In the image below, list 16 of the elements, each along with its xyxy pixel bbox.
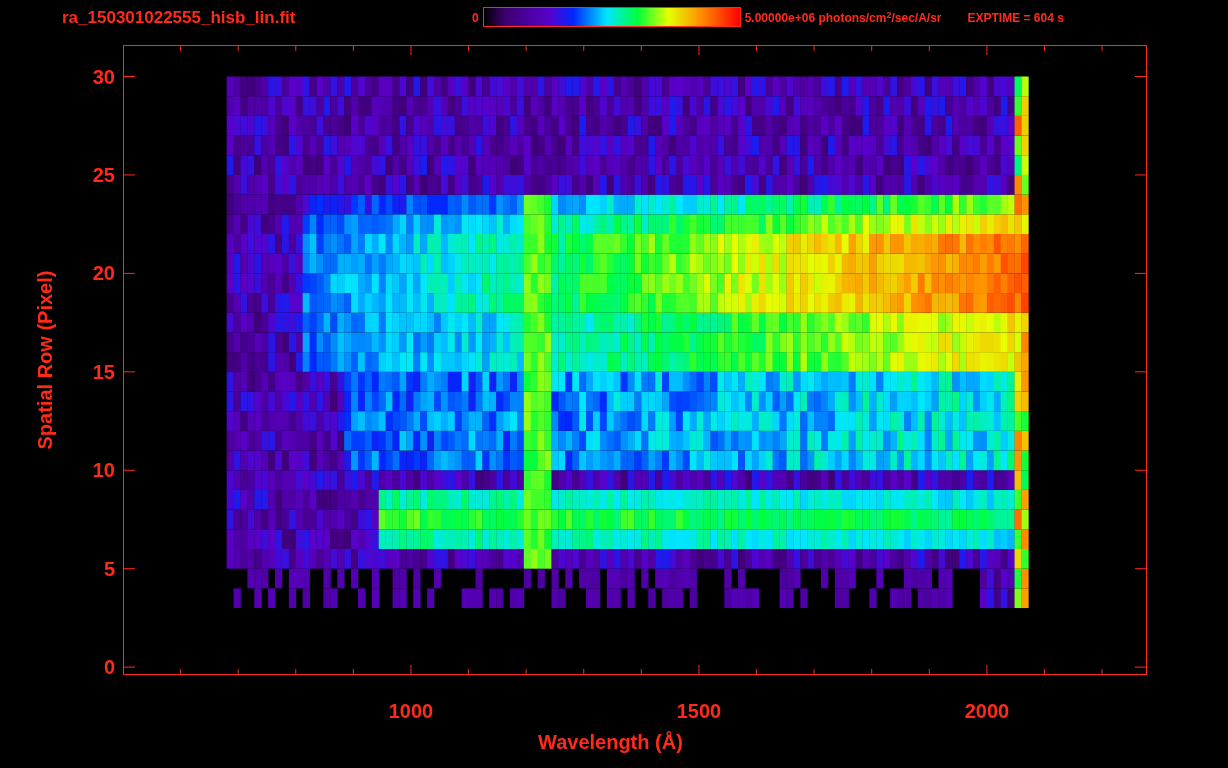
x-tick-label: 1500 [676, 699, 722, 723]
y-tick-label: 5 [103, 556, 115, 581]
colorbar-min-label: 0 [472, 10, 479, 27]
plot-title: ra_150301022555_hisb_lin.fit [62, 7, 297, 29]
y-tick-label: 25 [92, 162, 115, 187]
x-tick-label: 2000 [964, 699, 1010, 723]
y-tick-label: 20 [92, 261, 115, 286]
exposure-time: EXPTIME = 604 s [967, 10, 1064, 27]
y-axis-label: Spatial Row (Pixel) [33, 270, 57, 450]
y-tick-label: 15 [92, 359, 115, 384]
y-tick-label: 10 [92, 458, 115, 483]
x-axis-label: Wavelength (Å) [538, 730, 683, 754]
colorbar-max-label: 5.00000e+06 photons/cm$^{2}$/sec/A/sr [744, 8, 942, 27]
y-tick-label: 0 [103, 655, 115, 680]
y-tick-label: 30 [92, 64, 115, 89]
x-tick-label: 1000 [388, 699, 434, 723]
